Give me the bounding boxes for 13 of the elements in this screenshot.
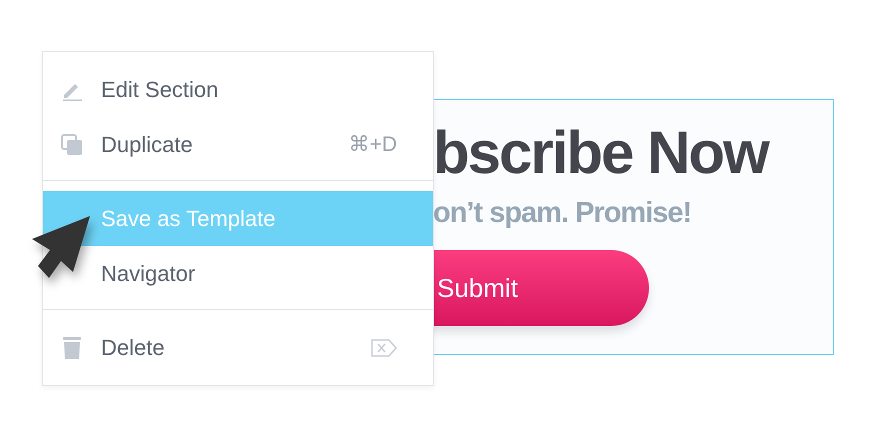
menu-item-label: Save as Template [101, 206, 276, 232]
menu-item-label: Delete [101, 334, 166, 360]
menu-item[interactable]: Duplicate ⌘+D [43, 117, 433, 172]
heading: bscribe Now [433, 118, 768, 188]
copy-icon [61, 134, 83, 156]
subheading: on’t spam. Promise! [433, 196, 692, 230]
trash-icon [63, 336, 81, 360]
menu-item-label: Edit Section [101, 76, 220, 102]
shortcut: ⌘+D [348, 132, 397, 157]
backspace-icon [371, 338, 397, 356]
menu-item-label: Navigator [101, 260, 196, 286]
menu-item-label: Duplicate [101, 132, 194, 158]
menu-item[interactable]: Edit Section [43, 62, 433, 117]
